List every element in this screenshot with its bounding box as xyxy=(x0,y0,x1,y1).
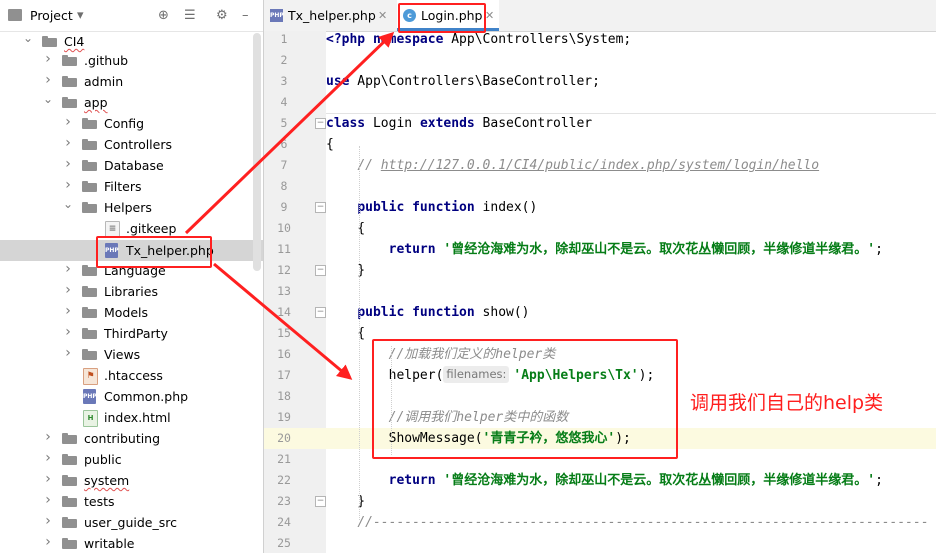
arrow-to-login-tab xyxy=(184,31,395,235)
arrow-to-helper-call xyxy=(213,262,353,380)
annotation-arrows xyxy=(184,31,395,380)
